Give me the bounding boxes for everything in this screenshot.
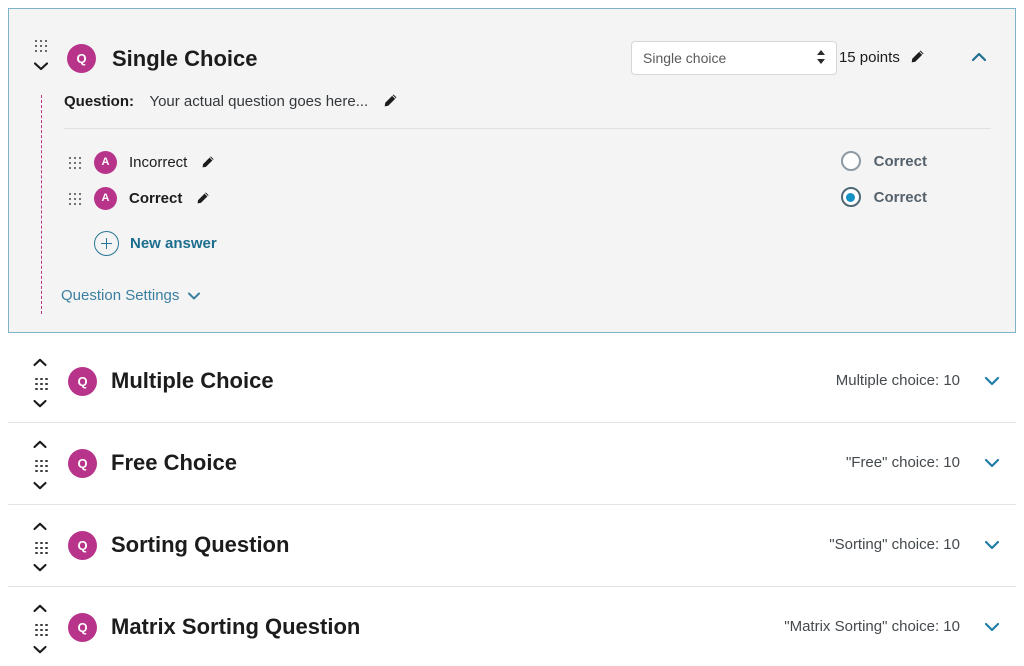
drag-handle-icon[interactable] bbox=[68, 192, 82, 206]
question-type-badge: Q bbox=[67, 44, 96, 73]
collapsed-question-meta: "Free" choice: 10 bbox=[845, 454, 960, 471]
move-down-icon[interactable] bbox=[32, 480, 48, 491]
collapsed-question-row[interactable]: Q Matrix Sorting Question "Matrix Sortin… bbox=[8, 587, 1016, 666]
drag-handle-icon[interactable] bbox=[35, 459, 49, 473]
radio-checked-icon[interactable] bbox=[840, 187, 861, 207]
question-field-label: Question: bbox=[64, 93, 134, 110]
expand-question-button[interactable] bbox=[982, 455, 1002, 471]
expand-question-button[interactable] bbox=[982, 537, 1002, 553]
new-answer-button[interactable]: New answer bbox=[94, 231, 217, 256]
collapsed-question-row[interactable]: Q Sorting Question "Sorting" choice: 10 bbox=[8, 505, 1016, 587]
question-field-value: Your actual question goes here... bbox=[149, 93, 369, 110]
question-type-badge: Q bbox=[68, 531, 97, 560]
edit-points-pencil-icon[interactable] bbox=[910, 49, 925, 64]
collapsed-question-meta: "Matrix Sorting" choice: 10 bbox=[784, 618, 960, 635]
radio-label: Correct bbox=[873, 152, 927, 170]
drag-handle-icon[interactable] bbox=[35, 377, 49, 391]
answer-label: Incorrect bbox=[129, 145, 215, 181]
collapsed-question-title: Matrix Sorting Question bbox=[111, 614, 361, 639]
collapsed-questions-list: Q Multiple Choice Multiple choice: 10 Q … bbox=[8, 341, 1016, 666]
answer-badge: A bbox=[94, 151, 117, 174]
answer-correct-radio-2[interactable]: Correct bbox=[840, 187, 927, 207]
collapsed-question-title: Multiple Choice bbox=[111, 368, 274, 393]
question-type-badge: Q bbox=[68, 613, 97, 642]
move-up-icon[interactable] bbox=[32, 521, 48, 532]
collapsed-question-row[interactable]: Q Multiple Choice Multiple choice: 10 bbox=[8, 341, 1016, 423]
points-label: 15 points bbox=[838, 49, 900, 66]
question-drag-rail bbox=[31, 39, 67, 314]
edit-answer-pencil-icon[interactable] bbox=[196, 191, 210, 205]
question-settings-toggle[interactable]: Question Settings bbox=[61, 287, 201, 304]
collapsed-question-meta: Multiple choice: 10 bbox=[835, 372, 960, 389]
answer-text: Correct bbox=[129, 190, 183, 207]
row-reorder-controls bbox=[30, 521, 50, 573]
chevron-down-icon bbox=[187, 291, 201, 301]
question-editor-page: Q Single Choice Single choice 15 points … bbox=[0, 0, 1024, 666]
move-down-icon[interactable] bbox=[32, 644, 48, 655]
expanded-question-card: Q Single Choice Single choice 15 points … bbox=[8, 8, 1016, 333]
edit-question-pencil-icon[interactable] bbox=[383, 93, 398, 108]
question-settings-label: Question Settings bbox=[61, 287, 180, 304]
move-down-icon[interactable] bbox=[32, 398, 48, 409]
question-type-select[interactable]: Single choice bbox=[631, 41, 837, 75]
move-down-icon[interactable] bbox=[32, 562, 48, 573]
new-answer-label: New answer bbox=[130, 235, 217, 252]
page-title: Single Choice bbox=[112, 46, 258, 71]
points-value: 15 points bbox=[839, 41, 925, 75]
question-text-row: Question: Your actual question goes here… bbox=[64, 93, 991, 129]
move-up-icon[interactable] bbox=[32, 439, 48, 450]
answer-correct-radio-1[interactable]: Correct bbox=[840, 151, 927, 171]
row-reorder-controls bbox=[30, 603, 50, 655]
answer-label: Correct bbox=[129, 181, 210, 217]
question-type-badge: Q bbox=[68, 449, 97, 478]
question-type-badge: Q bbox=[68, 367, 97, 396]
collapse-question-button[interactable] bbox=[969, 49, 989, 65]
row-reorder-controls bbox=[30, 357, 50, 409]
drag-handle-icon[interactable] bbox=[34, 39, 48, 53]
radio-unchecked-icon[interactable] bbox=[840, 151, 861, 171]
nesting-guide-line bbox=[41, 95, 42, 314]
radio-label: Correct bbox=[873, 188, 927, 206]
plus-circle-icon bbox=[94, 231, 119, 256]
collapsed-question-title: Free Choice bbox=[111, 450, 237, 475]
collapsed-question-meta: "Sorting" choice: 10 bbox=[829, 536, 960, 553]
chevron-down-icon[interactable] bbox=[33, 60, 49, 72]
drag-handle-icon[interactable] bbox=[35, 541, 49, 555]
answer-row: A Incorrect Correct bbox=[65, 145, 1001, 181]
row-reorder-controls bbox=[30, 439, 50, 491]
move-up-icon[interactable] bbox=[32, 357, 48, 368]
collapsed-question-title: Sorting Question bbox=[111, 532, 290, 557]
answer-text: Incorrect bbox=[129, 154, 188, 171]
expand-question-button[interactable] bbox=[982, 373, 1002, 389]
question-header: Q Single Choice Single choice 15 points bbox=[67, 39, 1003, 87]
drag-handle-icon[interactable] bbox=[68, 156, 82, 170]
collapsed-question-row[interactable]: Q Free Choice "Free" choice: 10 bbox=[8, 423, 1016, 505]
drag-handle-icon[interactable] bbox=[35, 623, 49, 637]
answer-row: A Correct Correct bbox=[65, 181, 1001, 217]
expand-question-button[interactable] bbox=[982, 619, 1002, 635]
answer-badge: A bbox=[94, 187, 117, 210]
move-up-icon[interactable] bbox=[32, 603, 48, 614]
answers-list: A Incorrect Correct A Correct Correct bbox=[65, 145, 1001, 217]
edit-answer-pencil-icon[interactable] bbox=[201, 155, 215, 169]
